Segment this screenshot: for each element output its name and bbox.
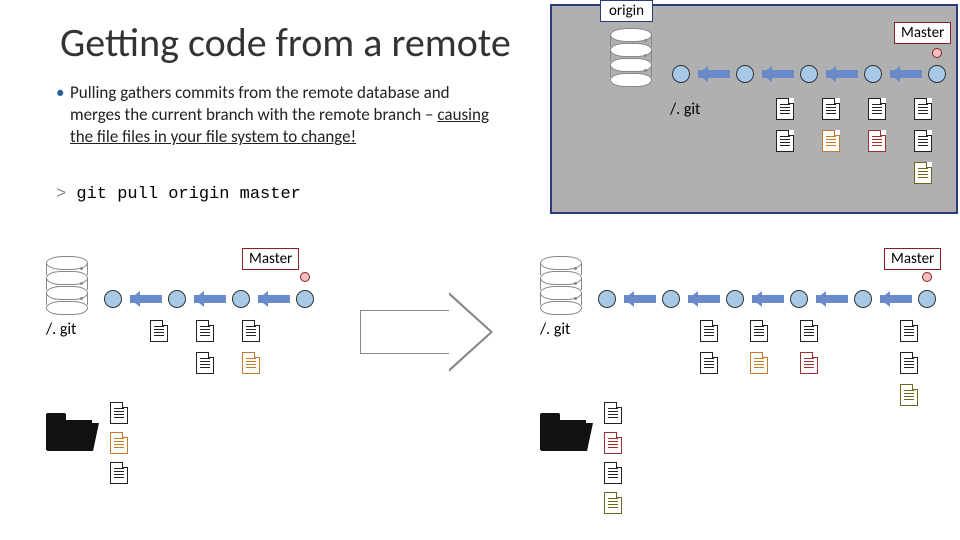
file-icon [242, 320, 260, 342]
commit-node [104, 290, 122, 308]
arrow-icon [880, 295, 912, 303]
database-icon [540, 256, 582, 315]
branch-pointer-icon [300, 272, 310, 282]
commit-node [864, 65, 882, 83]
branch-pointer-icon [922, 272, 932, 282]
arrow-icon [258, 295, 290, 303]
file-icon [914, 98, 932, 120]
commit-node [662, 290, 680, 308]
arrow-icon [826, 70, 858, 78]
slide-title: Getting code from a remote [60, 18, 511, 67]
arrow-icon [130, 295, 162, 303]
commit-node [672, 65, 690, 83]
file-icon [110, 432, 128, 454]
master-label: Master [242, 248, 299, 270]
file-icon [822, 98, 840, 120]
arrow-icon [752, 295, 784, 303]
file-icon [196, 320, 214, 342]
file-icon [900, 320, 918, 342]
arrow-icon [698, 70, 730, 78]
commit-node [736, 65, 754, 83]
file-icon [700, 320, 718, 342]
arrow-icon [890, 70, 922, 78]
file-icon [242, 352, 260, 374]
database-icon [610, 28, 652, 87]
file-icon [822, 130, 840, 152]
file-icon [914, 130, 932, 152]
file-icon [110, 402, 128, 424]
git-dir-label: /. git [670, 100, 700, 119]
arrow-icon [816, 295, 848, 303]
master-label: Master [894, 22, 951, 44]
file-icon [700, 352, 718, 374]
bullet-main: Pulling gathers commits from the remote … [70, 82, 450, 125]
git-dir-label: /. git [46, 320, 76, 339]
file-icon [750, 352, 768, 374]
file-icon [914, 162, 932, 184]
arrow-icon [688, 295, 720, 303]
arrow-icon [624, 295, 656, 303]
file-icon [800, 320, 818, 342]
bullet-text: Pulling gathers commits from the remote … [70, 82, 490, 148]
command-text: git pull origin master [76, 185, 300, 204]
file-icon [604, 492, 622, 514]
commit-node [928, 65, 946, 83]
branch-pointer-icon [932, 48, 942, 58]
prompt-char: > [56, 185, 76, 204]
commit-node [726, 290, 744, 308]
file-icon [800, 352, 818, 374]
command-line: > git pull origin master [56, 185, 301, 204]
commit-node [800, 65, 818, 83]
file-icon [150, 320, 168, 342]
arrow-icon [194, 295, 226, 303]
arrow-icon [762, 70, 794, 78]
file-icon [750, 320, 768, 342]
file-icon [604, 462, 622, 484]
database-icon [46, 256, 88, 315]
transition-arrow-icon [360, 310, 450, 354]
file-icon [196, 352, 214, 374]
commit-node [232, 290, 250, 308]
commit-node [168, 290, 186, 308]
master-label: Master [884, 248, 941, 270]
file-icon [868, 98, 886, 120]
file-icon [776, 98, 794, 120]
file-icon [110, 462, 128, 484]
commit-node [854, 290, 872, 308]
file-icon [776, 130, 794, 152]
file-icon [868, 130, 886, 152]
file-icon [604, 402, 622, 424]
file-icon [900, 352, 918, 374]
origin-label: origin [600, 0, 653, 22]
file-icon [900, 384, 918, 406]
commit-node [918, 290, 936, 308]
git-dir-label: /. git [540, 320, 570, 339]
commit-node [598, 290, 616, 308]
commit-node [790, 290, 808, 308]
folder-icon [540, 420, 586, 450]
folder-icon [46, 420, 92, 450]
commit-node [296, 290, 314, 308]
file-icon [604, 432, 622, 454]
